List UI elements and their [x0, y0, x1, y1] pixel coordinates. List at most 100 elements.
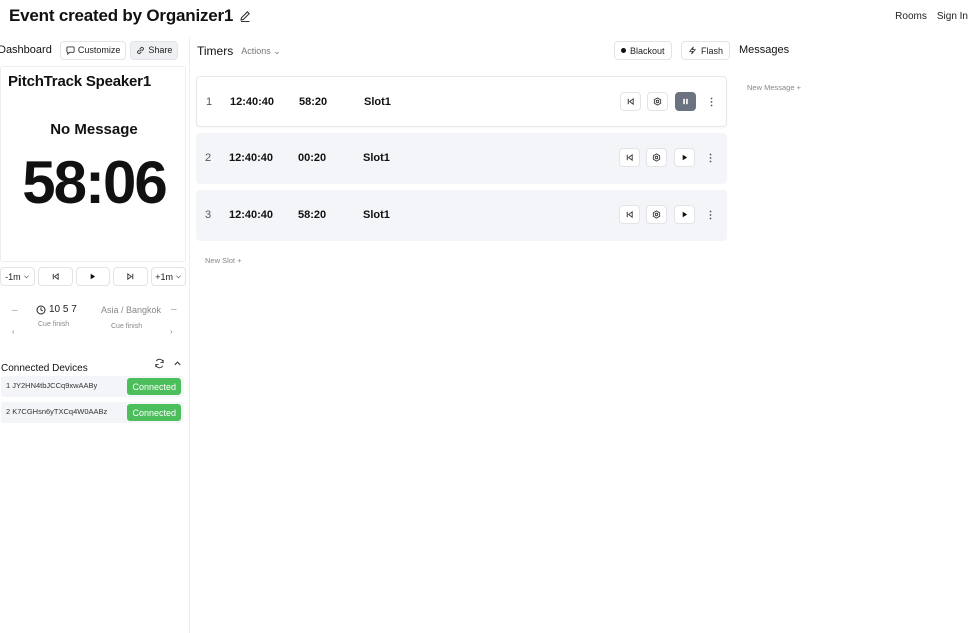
blackout-button[interactable]: Blackout — [614, 41, 672, 60]
more-vertical-icon — [709, 153, 711, 163]
connected-badge: Connected — [127, 378, 181, 395]
connected-badge: Connected — [127, 404, 181, 421]
transport-controls: -1m +1m — [0, 267, 186, 286]
customize-button[interactable]: Customize — [59, 40, 127, 60]
skip-back-icon — [627, 97, 634, 106]
previous-button[interactable] — [37, 267, 73, 286]
devices-title: Connected Devices — [1, 363, 88, 374]
blackout-dot-icon — [621, 48, 626, 53]
plus-minute-button[interactable]: +1m — [151, 267, 186, 286]
more-options-button[interactable] — [704, 206, 716, 224]
timer-number: 1 — [206, 96, 213, 108]
more-vertical-icon — [709, 210, 711, 220]
pause-button[interactable] — [675, 92, 696, 111]
device-row: 2 K7CGHsn6yTXCq4W0AABz Connected — [1, 402, 184, 423]
share-label: Share — [148, 45, 173, 55]
timezone-select[interactable]: Asia / Bangkok — [101, 305, 161, 315]
preview-message: No Message — [50, 121, 138, 138]
timer-row[interactable]: 3 12:40:40 58:20 Slot1 — [196, 190, 727, 241]
timer-duration[interactable]: 58:20 — [299, 96, 327, 108]
device-row: 1 JY2HN4tbJCCq9xwAABy Connected — [1, 376, 184, 397]
edit-pencil-icon[interactable] — [238, 9, 252, 23]
chevron-down-icon — [23, 275, 29, 279]
gear-icon — [653, 97, 662, 106]
timer-name[interactable]: Slot1 — [363, 209, 390, 221]
chevron-down-icon — [176, 275, 181, 279]
timer-start-time: 12:40:40 — [229, 152, 274, 164]
reset-button[interactable] — [619, 148, 640, 167]
timezone-dash: – — [171, 304, 177, 315]
pause-icon — [683, 98, 688, 105]
timers-title: Timers — [197, 44, 234, 58]
timer-start-time: 12:40:40 — [230, 96, 275, 108]
play-icon — [91, 273, 96, 280]
blackout-label: Blackout — [630, 45, 665, 56]
devices-header: Connected Devices — [1, 358, 185, 374]
settings-button[interactable] — [647, 92, 668, 111]
sign-in-link[interactable]: Sign In — [937, 11, 968, 22]
preview-title: PitchTrack Speaker1 — [8, 73, 151, 90]
reset-button[interactable] — [620, 92, 641, 111]
skip-back-icon — [626, 210, 633, 219]
comment-icon — [66, 45, 75, 55]
timer-row[interactable]: 1 12:40:40 58:20 Slot1 — [196, 76, 727, 127]
timers-header: Timers Actions ⌄ — [197, 42, 281, 60]
timer-name[interactable]: Slot1 — [364, 96, 391, 108]
next-button[interactable] — [113, 267, 149, 286]
timer-duration[interactable]: 00:20 — [298, 152, 326, 164]
play-icon — [682, 211, 688, 218]
chevron-right-icon[interactable]: › — [170, 327, 173, 336]
lightning-icon — [688, 46, 697, 55]
cue-finish-label: Cue finish — [38, 321, 70, 328]
flash-button[interactable]: Flash — [681, 41, 731, 60]
play-button[interactable] — [75, 267, 111, 286]
settings-button[interactable] — [646, 148, 667, 167]
clock-icon — [36, 305, 46, 314]
play-button[interactable] — [674, 205, 695, 224]
flash-label: Flash — [701, 45, 724, 56]
dashboard-label: Dashboard — [0, 44, 52, 56]
customize-label: Customize — [77, 45, 121, 55]
minus-minute-button[interactable]: -1m — [0, 267, 35, 286]
messages-title: Messages — [739, 44, 790, 56]
gear-icon — [652, 210, 661, 219]
gear-icon — [652, 153, 661, 162]
info-dash: – — [12, 305, 18, 316]
new-slot-button[interactable]: New Slot + — [205, 256, 241, 265]
actions-dropdown[interactable]: Actions ⌄ — [241, 46, 281, 57]
settings-button[interactable] — [646, 205, 667, 224]
timer-row[interactable]: 2 12:40:40 00:20 Slot1 — [196, 133, 727, 184]
skip-forward-icon — [127, 272, 134, 281]
event-title: Event created by Organizer1 — [9, 6, 234, 25]
new-message-button[interactable]: New Message + — [747, 83, 801, 92]
plus-minute-label: +1m — [155, 271, 173, 282]
current-time: 10 5 7 — [36, 304, 77, 315]
more-options-button[interactable] — [705, 93, 717, 111]
share-button[interactable]: Share — [130, 40, 179, 60]
chevron-up-icon[interactable] — [173, 359, 182, 368]
play-button[interactable] — [674, 148, 695, 167]
more-vertical-icon — [710, 97, 712, 107]
clock-info: – 10 5 7 Asia / Bangkok – Cue finish Cue… — [0, 302, 186, 342]
skip-back-icon — [52, 272, 59, 281]
reset-button[interactable] — [619, 205, 640, 224]
chevron-left-icon[interactable]: ‹ — [12, 327, 15, 336]
timer-duration[interactable]: 58:20 — [298, 209, 326, 221]
timer-name[interactable]: Slot1 — [363, 152, 390, 164]
skip-back-icon — [626, 153, 633, 162]
timer-number: 2 — [205, 152, 212, 164]
timer-number: 3 — [205, 209, 212, 221]
refresh-icon[interactable] — [154, 358, 165, 369]
play-icon — [682, 154, 688, 161]
dashboard-toolbar: Dashboard Customize Share — [0, 40, 179, 60]
device-id: 1 JY2HN4tbJCCq9xwAABy — [6, 381, 98, 390]
current-time-value: 10 5 7 — [49, 304, 77, 315]
timer-preview: PitchTrack Speaker1 No Message 58:06 — [0, 66, 186, 262]
rooms-link[interactable]: Rooms — [895, 11, 927, 22]
cue-finish-label: Cue finish — [111, 323, 143, 330]
more-options-button[interactable] — [704, 149, 716, 167]
link-icon — [137, 46, 145, 54]
timer-start-time: 12:40:40 — [229, 209, 274, 221]
minus-minute-label: -1m — [5, 271, 21, 282]
preview-clock: 58:06 — [22, 149, 167, 216]
